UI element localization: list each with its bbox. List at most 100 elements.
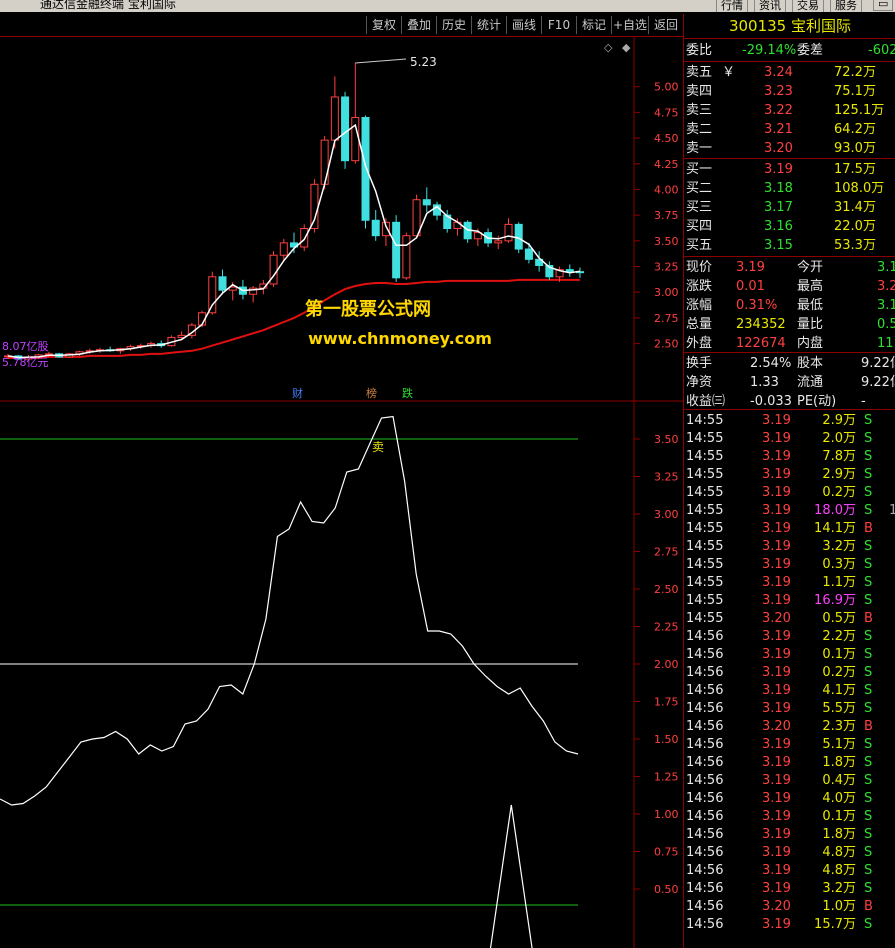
candle-body bbox=[402, 235, 411, 279]
tick-price: 3.19 bbox=[762, 647, 791, 662]
candle-body bbox=[371, 219, 380, 237]
tick-row[interactable]: 14:56 3.19 4.1万 S bbox=[684, 682, 895, 700]
minimize-icon[interactable]: ▭ bbox=[873, 0, 894, 11]
tick-row[interactable]: 14:56 3.19 0.1万 S bbox=[684, 646, 895, 664]
candle-body bbox=[310, 183, 319, 229]
marker-die[interactable]: 跌 bbox=[402, 386, 413, 400]
tick-row[interactable]: 14:56 3.19 0.2万 S bbox=[684, 664, 895, 682]
top-button-news[interactable]: 资讯 bbox=[754, 0, 786, 12]
back-button[interactable]: 返回 bbox=[648, 16, 683, 34]
tick-row[interactable]: 14:55 3.19 2.0万 S bbox=[684, 430, 895, 448]
tick-volume: 7.8万 bbox=[822, 449, 856, 464]
tick-time: 14:55 bbox=[686, 503, 724, 518]
sell-level-row: 卖三 3.22 125.1万 bbox=[684, 101, 895, 120]
stock-code: 300135 bbox=[728, 17, 787, 35]
tick-row[interactable]: 14:56 3.19 0.1万 S bbox=[684, 808, 895, 826]
tick-side: B bbox=[864, 899, 873, 914]
stock-name: 宝利国际 bbox=[791, 17, 852, 35]
tick-side: S bbox=[864, 485, 873, 500]
sell-level-label: 卖五 bbox=[686, 65, 713, 80]
sell-signal-marker: 卖 bbox=[372, 440, 384, 454]
quote-stat-row: 总量 234352 量比 0.5 bbox=[684, 315, 895, 334]
mark-button[interactable]: 标记 bbox=[576, 16, 611, 34]
draw-line-button[interactable]: 画线 bbox=[506, 16, 541, 34]
window-title: 通达信金融终端 宝利国际 bbox=[40, 0, 176, 11]
tick-side: S bbox=[864, 665, 873, 680]
tick-row[interactable]: 14:56 3.20 1.0万 B bbox=[684, 898, 895, 916]
tick-row[interactable]: 14:55 3.19 18.0万 S 1 bbox=[684, 502, 895, 520]
overlay-button[interactable]: 叠加 bbox=[401, 16, 436, 34]
buy-level-row: 买五 3.15 53.3万 bbox=[684, 236, 895, 255]
top-button-trade[interactable]: 交易 bbox=[792, 0, 824, 12]
tick-row[interactable]: 14:55 3.19 16.9万 S bbox=[684, 592, 895, 610]
tick-row[interactable]: 14:55 3.20 0.5万 B bbox=[684, 610, 895, 628]
top-button-quote[interactable]: 行情 bbox=[716, 0, 748, 12]
tick-time: 14:56 bbox=[686, 773, 724, 788]
candle-body bbox=[330, 96, 339, 141]
tick-row[interactable]: 14:55 3.19 2.9万 S bbox=[684, 412, 895, 430]
tick-volume: 0.3万 bbox=[822, 557, 856, 572]
indicator-axis-label: 2.75 bbox=[654, 546, 679, 559]
tick-row[interactable]: 14:56 3.19 4.0万 S bbox=[684, 790, 895, 808]
diamond-icon[interactable]: ◇ bbox=[604, 41, 613, 54]
tick-row[interactable]: 14:56 3.19 15.7万 S bbox=[684, 916, 895, 934]
candle-body bbox=[504, 223, 513, 242]
tick-row[interactable]: 14:56 3.19 5.1万 S bbox=[684, 736, 895, 754]
tick-row[interactable]: 14:55 3.19 3.2万 S bbox=[684, 538, 895, 556]
sell-level-volume: 125.1万 bbox=[834, 103, 885, 118]
tick-volume: 4.8万 bbox=[822, 863, 856, 878]
tick-row[interactable]: 14:55 3.19 1.1万 S bbox=[684, 574, 895, 592]
tick-price: 3.19 bbox=[762, 737, 791, 752]
tick-volume: 2.2万 bbox=[822, 629, 856, 644]
tick-row[interactable]: 14:55 3.19 7.8万 S bbox=[684, 448, 895, 466]
tick-volume: 0.2万 bbox=[822, 485, 856, 500]
tick-row[interactable]: 14:55 3.19 0.2万 S bbox=[684, 484, 895, 502]
sell-level-volume: 64.2万 bbox=[834, 122, 876, 137]
tick-time: 14:56 bbox=[686, 917, 724, 932]
marker-cai[interactable]: 财 bbox=[292, 386, 303, 400]
tick-row[interactable]: 14:56 3.19 4.8万 S bbox=[684, 844, 895, 862]
tick-price: 3.19 bbox=[762, 449, 791, 464]
marker-bang[interactable]: 榜 bbox=[366, 386, 377, 400]
tick-price: 3.19 bbox=[762, 755, 791, 770]
tick-row[interactable]: 14:56 3.19 3.2万 S bbox=[684, 880, 895, 898]
candle-body bbox=[341, 96, 350, 162]
upper-axis-label: 4.75 bbox=[654, 106, 679, 119]
stat-label: 量比 bbox=[797, 317, 824, 332]
stat-value: 234352 bbox=[736, 317, 786, 332]
tick-row[interactable]: 14:56 3.19 1.8万 S bbox=[684, 826, 895, 844]
tick-side: S bbox=[864, 737, 873, 752]
stat-label: 最低 bbox=[797, 298, 824, 313]
f10-button[interactable]: F10 bbox=[541, 16, 576, 34]
tick-row[interactable]: 14:55 3.19 14.1万 B bbox=[684, 520, 895, 538]
add-favorite-button[interactable]: +自选 bbox=[611, 16, 648, 34]
tick-row[interactable]: 14:56 3.19 1.8万 S bbox=[684, 754, 895, 772]
tick-row[interactable]: 14:55 3.19 0.3万 S bbox=[684, 556, 895, 574]
statistics-button[interactable]: 统计 bbox=[471, 16, 506, 34]
tick-side: B bbox=[864, 521, 873, 536]
fuquan-button[interactable]: 复权 bbox=[366, 16, 401, 34]
tick-row[interactable]: 14:56 3.19 2.2万 S bbox=[684, 628, 895, 646]
history-button[interactable]: 历史 bbox=[436, 16, 471, 34]
indicator-axis-label: 3.00 bbox=[654, 508, 679, 521]
tick-row[interactable]: 14:56 3.19 4.8万 S bbox=[684, 862, 895, 880]
tick-volume: 1.1万 bbox=[822, 575, 856, 590]
upper-axis-label: 4.50 bbox=[654, 132, 679, 145]
diamond-filled-icon[interactable]: ◆ bbox=[622, 41, 631, 54]
candle-body bbox=[300, 227, 309, 248]
candle-body bbox=[494, 240, 503, 244]
tick-volume: 0.4万 bbox=[822, 773, 856, 788]
kline-chart[interactable]: 5.00 4.75 4.50 4.25 4.00 3.75 3.50 3.25 3.00 2.75… bbox=[0, 37, 683, 948]
tick-row[interactable]: 14:56 3.19 0.4万 S bbox=[684, 772, 895, 790]
upper-price-axis: 5.00 4.75 4.50 4.25 4.00 3.75 3.50 3.25 3.00 2.75… bbox=[634, 81, 679, 351]
tick-row[interactable]: 14:56 3.20 2.3万 B bbox=[684, 718, 895, 736]
tick-row[interactable]: 14:56 3.19 5.5万 S bbox=[684, 700, 895, 718]
lower-axis-label: 0.50 bbox=[654, 883, 679, 896]
tick-row[interactable]: 14:55 3.19 2.9万 S bbox=[684, 466, 895, 484]
upper-axis-label: 3.00 bbox=[654, 286, 679, 299]
stat-value: 3.19 bbox=[736, 260, 765, 275]
tick-time: 14:55 bbox=[686, 539, 724, 554]
top-button-service[interactable]: 服务 bbox=[830, 0, 862, 12]
candle-body bbox=[422, 199, 431, 206]
sell-level-label: 卖三 bbox=[686, 103, 713, 118]
